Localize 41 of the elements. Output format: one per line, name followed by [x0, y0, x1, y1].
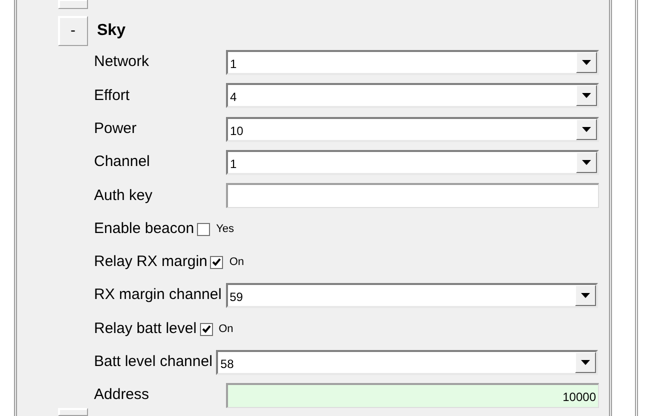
- caret-icon: [582, 160, 591, 166]
- dropdown-button[interactable]: [575, 285, 596, 306]
- text-field[interactable]: [226, 183, 599, 208]
- checkbox[interactable]: [210, 256, 224, 269]
- collapse-button[interactable]: -: [58, 16, 88, 46]
- dropdown-field[interactable]: 10: [226, 116, 599, 142]
- caret-icon: [581, 360, 590, 365]
- dropdown-field[interactable]: 59: [226, 283, 598, 308]
- dropdown-field[interactable]: 4: [226, 83, 599, 108]
- field-label: Relay RX margin: [94, 252, 208, 272]
- field-label: Enable beacon: [94, 218, 194, 239]
- field-label: Network: [94, 52, 150, 72]
- dropdown-field[interactable]: 1: [226, 150, 599, 176]
- dropdown-field[interactable]: 1: [226, 50, 599, 76]
- field-label: Auth key: [94, 186, 154, 206]
- checkbox-label: On: [218, 322, 234, 337]
- caret-icon: [582, 60, 591, 66]
- dropdown-button[interactable]: [576, 118, 597, 140]
- dropdown-button[interactable]: [576, 85, 597, 106]
- caret-icon: [581, 293, 590, 298]
- dropdown-button[interactable]: [575, 352, 596, 373]
- toggle-button[interactable]: [58, 408, 88, 416]
- caret-icon: [582, 126, 591, 132]
- checkbox[interactable]: [197, 222, 210, 236]
- field-label: Relay batt level: [94, 318, 197, 339]
- checkbox[interactable]: [200, 322, 213, 336]
- dropdown-field[interactable]: 58: [216, 350, 598, 375]
- text-field[interactable]: 10000: [226, 383, 599, 408]
- checkbox-label: Yes: [216, 222, 234, 237]
- field-label: Channel: [94, 152, 151, 172]
- field-label: Batt level channel: [94, 352, 212, 372]
- toggle-button[interactable]: [58, 0, 88, 9]
- field-label: Address: [94, 385, 150, 406]
- caret-icon: [582, 93, 591, 98]
- dropdown-button[interactable]: [576, 152, 597, 174]
- section-title: Sky: [97, 20, 126, 40]
- checkbox-label: On: [229, 255, 244, 270]
- field-label: Effort: [94, 86, 131, 106]
- field-label: RX margin channel: [94, 285, 222, 306]
- field-label: Power: [94, 118, 138, 139]
- dropdown-button[interactable]: [576, 52, 597, 74]
